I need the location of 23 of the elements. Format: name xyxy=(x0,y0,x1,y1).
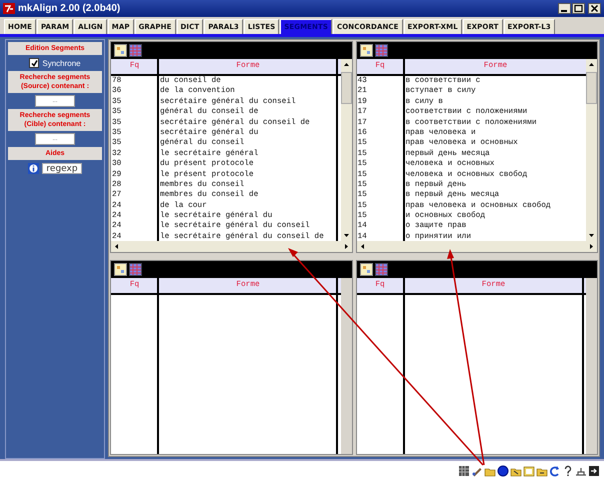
window-title: mkAlign 2.00 (2.0b40) xyxy=(18,3,120,14)
grid-icon[interactable] xyxy=(374,263,388,276)
refresh-icon[interactable] xyxy=(549,465,561,477)
globe-icon[interactable] xyxy=(497,465,509,477)
maximize-icon[interactable] xyxy=(572,3,585,14)
scroll-up-icon[interactable] xyxy=(340,59,352,70)
grid-icon[interactable] xyxy=(458,465,470,477)
close-icon[interactable] xyxy=(588,3,601,14)
checkbox-label: Synchrone xyxy=(42,58,81,68)
grid-icon[interactable] xyxy=(374,44,388,57)
help-icon[interactable] xyxy=(562,465,574,477)
scroll-thumb[interactable] xyxy=(340,72,352,104)
pencil-icon[interactable] xyxy=(471,465,483,477)
regexp-button[interactable]: regexp xyxy=(42,162,82,174)
minimize-icon[interactable] xyxy=(558,3,571,14)
network-icon[interactable] xyxy=(575,465,587,477)
table-icon[interactable] xyxy=(360,263,372,276)
scroll-thumb[interactable] xyxy=(586,72,597,104)
app-logo-icon xyxy=(3,3,15,14)
exit-icon[interactable] xyxy=(588,465,600,477)
synchrone-checkbox[interactable] xyxy=(29,58,40,68)
info-icon[interactable] xyxy=(28,162,40,174)
table-icon[interactable] xyxy=(360,44,372,57)
